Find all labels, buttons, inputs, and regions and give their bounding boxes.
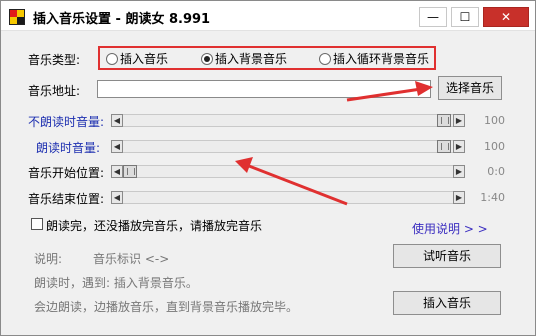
music-type-label: 音乐类型:: [28, 53, 81, 67]
slider-thumb[interactable]: [123, 165, 137, 178]
close-button[interactable]: ✕: [483, 7, 529, 27]
help-link[interactable]: 使用说明 > >: [412, 220, 488, 237]
slider-left-arrow-icon[interactable]: ◀: [111, 165, 123, 178]
music-start-label: 音乐开始位置:: [28, 166, 105, 180]
radio-insert-background-music[interactable]: 插入背景音乐: [201, 50, 287, 67]
insert-music-button[interactable]: 插入音乐: [393, 291, 501, 315]
slider-thumb[interactable]: [437, 114, 451, 127]
play-to-end-label: 朗读完，还没播放完音乐，请播放完音乐: [46, 219, 263, 233]
music-end-value: 1:40: [480, 191, 505, 204]
slider-right-arrow-icon[interactable]: ▶: [453, 191, 465, 204]
volume-reading-label: 朗读时音量:: [36, 141, 101, 155]
minimize-button[interactable]: —: [419, 7, 447, 27]
preview-music-button[interactable]: 试听音乐: [393, 244, 501, 268]
description-line-3: 会边朗读，边播放音乐，直到背景音乐播放完毕。: [34, 300, 299, 314]
music-start-value: 0:0: [487, 165, 505, 178]
music-address-label: 音乐地址:: [28, 84, 81, 98]
slider-left-arrow-icon[interactable]: ◀: [111, 191, 123, 204]
slider-track[interactable]: [111, 165, 465, 178]
music-address-input[interactable]: [97, 80, 431, 98]
window-title: 插入音乐设置 - 朗读女 8.991: [33, 12, 211, 27]
music-end-label: 音乐结束位置:: [28, 192, 105, 206]
slider-right-arrow-icon[interactable]: ▶: [453, 140, 465, 153]
slider-right-arrow-icon[interactable]: ▶: [453, 165, 465, 178]
title-bar[interactable]: 插入音乐设置 - 朗读女 8.991 — ☐ ✕: [1, 1, 535, 31]
play-to-end-checkbox[interactable]: [31, 218, 43, 230]
radio-circle-icon[interactable]: [319, 53, 331, 65]
slider-thumb[interactable]: [437, 140, 451, 153]
radio-insert-loop-background-music[interactable]: 插入循环背景音乐: [319, 50, 429, 67]
radio-circle-icon[interactable]: [106, 53, 118, 65]
app-logo-icon: [9, 9, 25, 25]
slider-left-arrow-icon[interactable]: ◀: [111, 140, 123, 153]
description-tag: 音乐标识 <->: [93, 252, 170, 266]
volume-not-reading-value: 100: [484, 114, 505, 127]
slider-track[interactable]: [111, 114, 465, 127]
dialog-window: 插入音乐设置 - 朗读女 8.991 — ☐ ✕ 音乐类型: 插入音乐 插入背景…: [0, 0, 536, 336]
volume-not-reading-slider[interactable]: ◀ ▶: [111, 114, 465, 127]
slider-track[interactable]: [111, 140, 465, 153]
radio-label: 插入背景音乐: [215, 52, 288, 66]
volume-reading-value: 100: [484, 140, 505, 153]
slider-right-arrow-icon[interactable]: ▶: [453, 114, 465, 127]
music-end-slider[interactable]: ◀ ▶: [111, 191, 465, 204]
maximize-button[interactable]: ☐: [451, 7, 479, 27]
radio-insert-music[interactable]: 插入音乐: [106, 50, 168, 67]
description-line-2: 朗读时，遇到: 插入背景音乐。: [34, 276, 198, 290]
volume-not-reading-label: 不朗读时音量:: [28, 115, 105, 129]
radio-label: 插入音乐: [120, 52, 169, 66]
music-start-slider[interactable]: ◀ ▶: [111, 165, 465, 178]
radio-circle-selected-icon[interactable]: [201, 53, 213, 65]
slider-track[interactable]: [111, 191, 465, 204]
volume-reading-slider[interactable]: ◀ ▶: [111, 140, 465, 153]
radio-label: 插入循环背景音乐: [333, 52, 430, 66]
slider-left-arrow-icon[interactable]: ◀: [111, 114, 123, 127]
description-prefix: 说明:: [34, 252, 63, 266]
select-music-button[interactable]: 选择音乐: [438, 76, 502, 100]
